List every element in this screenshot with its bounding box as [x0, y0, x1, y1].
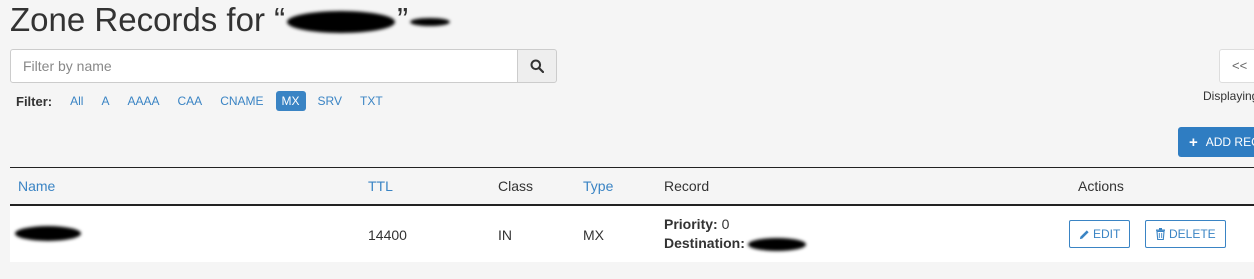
filter-label: Filter:	[16, 93, 53, 109]
filter-srv[interactable]: SRV	[312, 91, 348, 111]
delete-button-label: DELETE	[1169, 227, 1216, 241]
delete-button[interactable]: DELETE	[1145, 220, 1226, 248]
edit-button[interactable]: EDIT	[1069, 220, 1131, 248]
redacted-record-name	[15, 226, 81, 241]
filter-caa[interactable]: CAA	[172, 91, 209, 111]
table-row	[10, 206, 1254, 262]
filter-all[interactable]: All	[64, 91, 89, 111]
table-top-border	[10, 167, 1254, 168]
edit-button-label: EDIT	[1093, 227, 1121, 241]
record-type: MX	[583, 227, 604, 243]
redacted-domain-tail	[410, 18, 451, 27]
pencil-icon	[1079, 229, 1089, 239]
add-record-button[interactable]: + ADD REC	[1178, 127, 1254, 157]
priority-value: 0	[721, 216, 730, 232]
page-title-prefix: Zone Records for “	[10, 1, 286, 38]
record-type-filter: Filter: All A AAAA CAA CNAME MX SRV TXT	[16, 90, 395, 112]
column-header-name[interactable]: Name	[18, 178, 55, 194]
column-header-class: Class	[498, 178, 534, 194]
column-header-ttl[interactable]: TTL	[368, 178, 393, 194]
add-record-label: ADD REC	[1205, 135, 1254, 149]
destination-label: Destination:	[664, 235, 745, 251]
redacted-domain	[287, 11, 396, 34]
search-button[interactable]	[517, 49, 557, 83]
record-class: IN	[498, 227, 512, 243]
search-icon	[530, 59, 544, 73]
page-title: Zone Records for “ ”	[10, 0, 451, 40]
record-priority: Priority: 0	[664, 216, 729, 232]
filter-txt[interactable]: TXT	[354, 91, 389, 111]
plus-icon: +	[1189, 133, 1198, 151]
priority-label: Priority:	[664, 216, 718, 232]
record-destination: Destination:	[664, 235, 806, 251]
filter-mx[interactable]: MX	[275, 91, 306, 111]
record-ttl: 14400	[368, 227, 407, 243]
filter-aaaa[interactable]: AAAA	[121, 91, 165, 111]
filter-cname[interactable]: CNAME	[214, 91, 269, 111]
search-input[interactable]	[10, 49, 518, 83]
filter-a[interactable]: A	[95, 91, 115, 111]
trash-icon	[1156, 228, 1165, 240]
pagination-status: Displaying	[1203, 89, 1254, 103]
column-header-record: Record	[664, 178, 710, 194]
pagination-first-button[interactable]: <<	[1219, 49, 1254, 83]
page-title-suffix: ”	[397, 1, 409, 38]
redacted-destination	[747, 237, 806, 251]
column-header-type[interactable]: Type	[583, 178, 613, 194]
column-header-actions: Actions	[1078, 178, 1124, 194]
